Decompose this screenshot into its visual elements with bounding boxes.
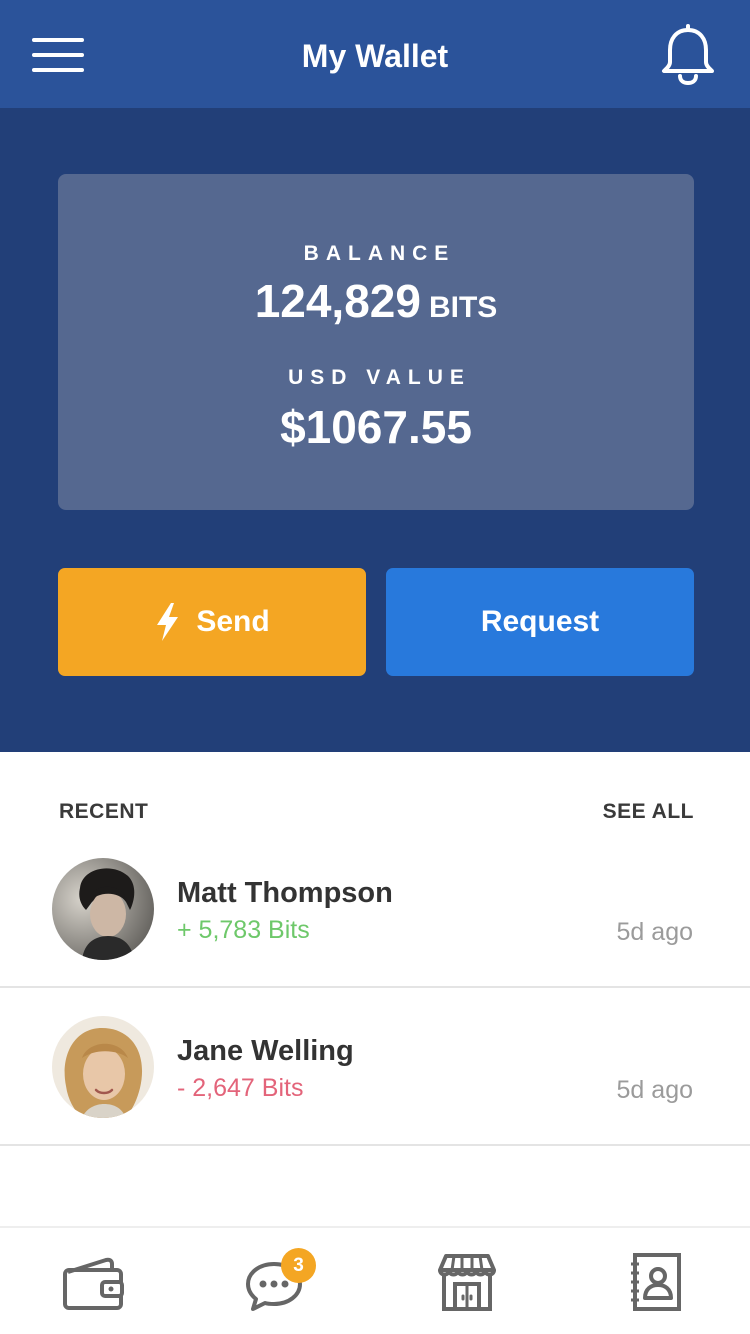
- avatar: [52, 858, 154, 960]
- hamburger-menu-icon[interactable]: [32, 38, 84, 72]
- recent-transactions: RECENT SEE ALL Matt Thompson + 5,783 Bit…: [0, 752, 750, 1226]
- tab-contacts[interactable]: [561, 1228, 748, 1334]
- transaction-time: 5d ago: [616, 1076, 693, 1104]
- transaction-row[interactable]: Matt Thompson + 5,783 Bits 5d ago: [0, 830, 750, 988]
- balance-amount: 124,829 BITS: [58, 274, 694, 328]
- send-button[interactable]: Send: [58, 568, 366, 676]
- store-icon: [438, 1254, 496, 1311]
- contact-name: Matt Thompson: [177, 877, 393, 909]
- contact-name: Jane Welling: [177, 1035, 354, 1067]
- balance-unit: BITS: [428, 291, 498, 324]
- bottom-tab-bar: 3: [0, 1226, 750, 1334]
- recent-heading: RECENT: [59, 800, 149, 823]
- send-button-label: Send: [196, 605, 270, 638]
- unread-badge: 3: [281, 1248, 316, 1283]
- tab-messages[interactable]: [187, 1228, 374, 1334]
- transaction-amount: - 2,647 Bits: [177, 1074, 304, 1102]
- transaction-amount: + 5,783 Bits: [177, 916, 310, 944]
- transaction-row[interactable]: Jane Welling - 2,647 Bits 5d ago: [0, 988, 750, 1146]
- lightning-bolt-icon: [157, 603, 179, 641]
- request-button[interactable]: Request: [386, 568, 694, 676]
- transaction-time: 5d ago: [616, 918, 693, 946]
- usd-value-label: USD VALUE: [288, 366, 471, 389]
- tab-wallet[interactable]: [0, 1228, 187, 1334]
- page-title: My Wallet: [301, 38, 449, 74]
- balance-section: BALANCE 124,829 BITS USD VALUE $1067.55 S…: [0, 108, 750, 752]
- request-button-label: Request: [480, 605, 600, 638]
- avatar: [52, 1016, 154, 1118]
- balance-card: BALANCE 124,829 BITS USD VALUE $1067.55: [58, 174, 694, 510]
- top-navigation-bar: My Wallet: [0, 0, 750, 108]
- balance-label: BALANCE: [303, 242, 456, 265]
- see-all-link[interactable]: SEE ALL: [603, 800, 694, 824]
- contacts-book-icon: [631, 1253, 681, 1311]
- bell-icon[interactable]: [660, 24, 716, 86]
- wallet-icon: [63, 1257, 124, 1310]
- tab-store[interactable]: [374, 1228, 561, 1334]
- balance-value: 124,829: [254, 275, 421, 327]
- usd-value: $1067.55: [280, 401, 472, 453]
